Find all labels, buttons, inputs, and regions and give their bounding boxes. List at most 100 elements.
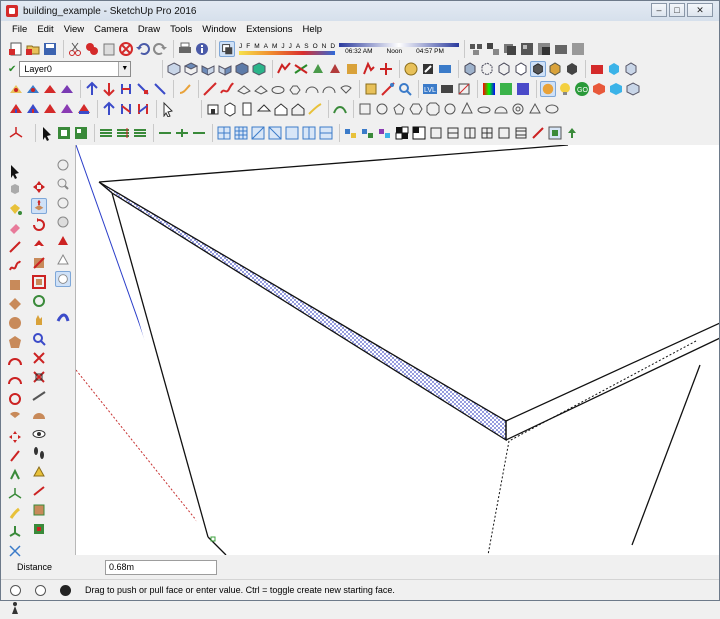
line-set-3-icon[interactable]	[132, 125, 148, 141]
camera-pos-icon[interactable]	[439, 81, 455, 97]
model-canvas[interactable]	[76, 145, 719, 555]
iso-view-icon[interactable]	[166, 61, 182, 77]
checker-2-icon[interactable]	[411, 125, 427, 141]
outliner-icon[interactable]	[485, 41, 501, 57]
checker-icon[interactable]	[394, 125, 410, 141]
walk-icon[interactable]	[118, 101, 134, 117]
credits-icon[interactable]	[35, 584, 46, 596]
shape-hex-icon[interactable]	[408, 101, 424, 117]
material-editor-icon[interactable]	[498, 81, 514, 97]
paste-icon[interactable]	[101, 41, 117, 57]
maximize-button[interactable]: □	[669, 3, 685, 17]
paint-tool-icon[interactable]	[31, 502, 47, 518]
redo-icon[interactable]	[152, 41, 168, 57]
zoom-tool-icon[interactable]	[55, 176, 71, 192]
offset-icon[interactable]	[31, 274, 47, 290]
xray-icon[interactable]	[462, 61, 478, 77]
dim-1-icon[interactable]	[157, 125, 173, 141]
save-icon[interactable]	[42, 41, 58, 57]
building-icon[interactable]	[205, 101, 221, 117]
square-6-icon[interactable]	[513, 125, 529, 141]
make-group-icon[interactable]	[73, 125, 89, 141]
axes-icon[interactable]	[7, 486, 23, 502]
zoom-extents-icon[interactable]	[31, 369, 47, 385]
nav-tool-icon[interactable]	[55, 309, 71, 325]
drape-tool-icon[interactable]	[55, 233, 71, 249]
layers-icon[interactable]	[502, 41, 518, 57]
pencil-icon[interactable]	[530, 125, 546, 141]
two-point-arc-icon[interactable]	[7, 372, 23, 388]
menu-help[interactable]: Help	[298, 24, 328, 35]
dc-options-icon[interactable]	[420, 61, 436, 77]
house-outline-icon[interactable]	[290, 101, 306, 117]
layer-select[interactable]: Layer0 ▼	[19, 61, 132, 77]
3d-warehouse-icon[interactable]	[589, 61, 605, 77]
grid-7-icon[interactable]	[318, 125, 334, 141]
left-view-icon[interactable]	[251, 61, 267, 77]
sketch-icon[interactable]	[307, 101, 323, 117]
tile-1-icon[interactable]	[343, 125, 359, 141]
shape-tube-icon[interactable]	[510, 101, 526, 117]
add-detail-icon[interactable]	[361, 61, 377, 77]
user-icon[interactable]	[60, 584, 71, 596]
print-icon[interactable]	[177, 41, 193, 57]
cut-icon[interactable]	[67, 41, 83, 57]
shape-pentagon-icon[interactable]	[391, 101, 407, 117]
minimize-button[interactable]: –	[651, 3, 667, 17]
measurements-input[interactable]: 0.68m	[105, 559, 217, 575]
union-icon[interactable]	[118, 81, 134, 97]
make-component-icon[interactable]	[56, 125, 72, 141]
chevron-down-icon[interactable]: ▼	[118, 62, 131, 76]
zoom-window-icon[interactable]	[59, 101, 75, 117]
front-view-icon[interactable]	[200, 61, 216, 77]
move-tool-icon[interactable]	[31, 179, 47, 195]
shape-torus-icon[interactable]	[476, 101, 492, 117]
drape-icon[interactable]	[344, 61, 360, 77]
up-arrow-icon[interactable]	[564, 125, 580, 141]
shape-prism-icon[interactable]	[527, 101, 543, 117]
tile-2-icon[interactable]	[360, 125, 376, 141]
copy-icon[interactable]	[84, 41, 100, 57]
batch-icon[interactable]	[608, 81, 624, 97]
gallery-icon[interactable]	[625, 81, 641, 97]
square-3-icon[interactable]	[462, 125, 478, 141]
arc-icon[interactable]	[7, 353, 23, 369]
rectangle-icon[interactable]	[7, 277, 23, 293]
top-view-icon[interactable]	[183, 61, 199, 77]
monochrome-icon[interactable]	[564, 61, 580, 77]
menu-draw[interactable]: Draw	[133, 24, 165, 35]
section-display-icon[interactable]	[31, 483, 47, 499]
freehand-icon[interactable]	[219, 81, 235, 97]
add-location-icon[interactable]	[177, 81, 193, 97]
tape-measure-icon[interactable]	[7, 448, 23, 464]
rotated-rect-icon[interactable]	[253, 81, 269, 97]
pan-icon[interactable]	[25, 101, 41, 117]
shape-octagon-icon[interactable]	[425, 101, 441, 117]
select-icon[interactable]	[7, 163, 23, 179]
paint-bucket-icon[interactable]	[7, 201, 23, 217]
pie-icon[interactable]	[7, 410, 23, 426]
stamp-icon[interactable]	[327, 61, 343, 77]
grid-2-icon[interactable]	[233, 125, 249, 141]
styles-icon[interactable]	[536, 41, 552, 57]
footprints-icon[interactable]	[31, 445, 47, 461]
subtract-icon[interactable]	[135, 81, 151, 97]
render-settings-icon[interactable]	[515, 81, 531, 97]
menu-window[interactable]: Window	[197, 24, 241, 35]
line-set-2-icon[interactable]	[115, 125, 131, 141]
roof-icon[interactable]	[256, 101, 272, 117]
light-bulb-icon[interactable]	[557, 81, 573, 97]
grid-6-icon[interactable]	[301, 125, 317, 141]
shape-cone-icon[interactable]	[459, 101, 475, 117]
render-frame-icon[interactable]	[591, 81, 607, 97]
model-viewport[interactable]	[75, 145, 719, 555]
section-plane-icon[interactable]	[363, 81, 379, 97]
shell-tool-icon[interactable]	[55, 271, 71, 287]
share-model-icon[interactable]	[606, 61, 622, 77]
zoom-window-icon[interactable]	[31, 350, 47, 366]
arc-icon[interactable]	[304, 81, 320, 97]
intersect-icon[interactable]	[101, 81, 117, 97]
square-5-icon[interactable]	[496, 125, 512, 141]
zoom-icon[interactable]	[42, 101, 58, 117]
shadows-toggle-icon[interactable]	[219, 41, 235, 57]
